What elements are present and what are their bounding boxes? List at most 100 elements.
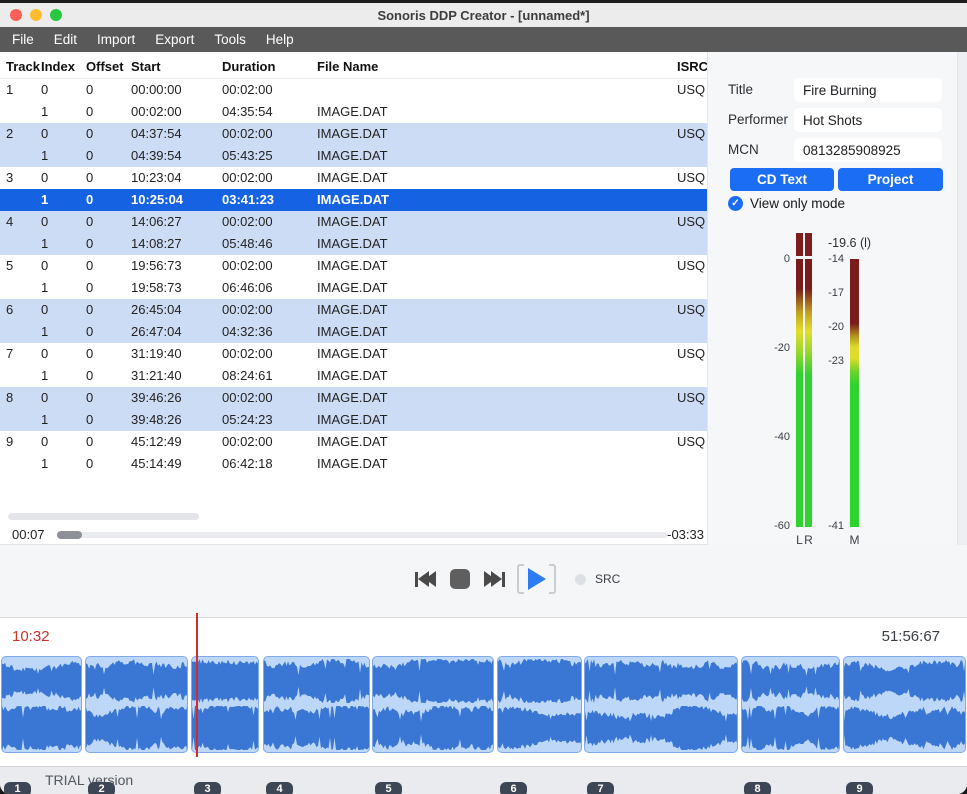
table-row[interactable]: 20004:37:5400:02:00IMAGE.DATUSQ <box>0 123 707 145</box>
cell-isrc <box>677 233 707 255</box>
waveform-track-6[interactable] <box>497 656 582 753</box>
waveform-graphic <box>373 657 493 752</box>
status-bar: TRIAL version <box>0 766 967 794</box>
position-slider[interactable] <box>57 532 668 538</box>
cell-index: 0 <box>41 343 86 365</box>
table-row[interactable]: 1019:58:7306:46:06IMAGE.DAT <box>0 277 707 299</box>
close-window-button[interactable] <box>10 9 22 21</box>
menu-import[interactable]: Import <box>87 27 145 52</box>
cell-file <box>317 79 677 101</box>
cell-offset: 0 <box>86 167 131 189</box>
lr-scale-tick: -60 <box>746 519 790 533</box>
cell-duration: 05:48:46 <box>222 233 317 255</box>
table-row[interactable]: 1039:48:2605:24:23IMAGE.DAT <box>0 409 707 431</box>
cell-index: 0 <box>41 123 86 145</box>
cell-file: IMAGE.DAT <box>317 255 677 277</box>
table-row[interactable]: 40014:06:2700:02:00IMAGE.DATUSQ <box>0 211 707 233</box>
zoom-window-button[interactable] <box>50 9 62 21</box>
lr-scale-tick: 0 <box>746 252 790 266</box>
cell-track: 9 <box>0 431 41 453</box>
table-horizontal-scrollbar[interactable] <box>8 513 199 520</box>
cell-duration: 00:02:00 <box>222 299 317 321</box>
waveform-panel: 10:32 51:56:67 123456789 <box>0 618 967 766</box>
title-input[interactable] <box>794 78 942 102</box>
cell-file: IMAGE.DAT <box>317 365 677 387</box>
column-header-start[interactable]: Start <box>131 52 222 78</box>
cell-offset: 0 <box>86 123 131 145</box>
cell-isrc: USQ <box>677 79 707 101</box>
transport-strip: SRC <box>0 545 967 618</box>
menu-tools[interactable]: Tools <box>204 27 256 52</box>
view-only-mode-toggle[interactable]: ✓ View only mode <box>728 196 845 211</box>
waveform-track-1[interactable] <box>1 656 82 753</box>
column-header-offset[interactable]: Offset <box>86 52 131 78</box>
column-header-isrc[interactable]: ISRC <box>677 52 707 78</box>
column-header-file[interactable]: File Name <box>317 52 677 78</box>
cell-index: 1 <box>41 101 86 123</box>
cd-text-button[interactable]: CD Text <box>730 168 834 191</box>
performer-input[interactable] <box>794 108 942 132</box>
waveform-track-8[interactable] <box>741 656 840 753</box>
waveform-track-7[interactable] <box>584 656 738 753</box>
table-row[interactable]: 50019:56:7300:02:00IMAGE.DATUSQ <box>0 255 707 277</box>
cell-start: 39:48:26 <box>131 409 222 431</box>
stop-button[interactable] <box>450 569 470 589</box>
cell-file: IMAGE.DAT <box>317 409 677 431</box>
rewind-triangle-icon <box>425 571 436 587</box>
menu-export[interactable]: Export <box>145 27 204 52</box>
waveform-track-5[interactable] <box>372 656 494 753</box>
cell-track <box>0 277 41 299</box>
table-row[interactable]: 60026:45:0400:02:00IMAGE.DATUSQ <box>0 299 707 321</box>
column-header-index[interactable]: Index <box>41 52 86 78</box>
previous-track-button[interactable] <box>415 571 436 587</box>
table-row-selected[interactable]: 1010:25:0403:41:23IMAGE.DAT <box>0 189 707 211</box>
waveform-track-2[interactable] <box>85 656 188 753</box>
waveform-track-3[interactable] <box>191 656 259 753</box>
cell-track: 4 <box>0 211 41 233</box>
cell-start: 19:56:73 <box>131 255 222 277</box>
table-row[interactable]: 1000:02:0004:35:54IMAGE.DAT <box>0 101 707 123</box>
position-slider-thumb[interactable] <box>57 531 82 539</box>
table-row[interactable]: 10000:00:0000:02:00USQ <box>0 79 707 101</box>
playhead-cursor[interactable] <box>196 613 198 757</box>
menu-edit[interactable]: Edit <box>44 27 87 52</box>
table-row[interactable]: 30010:23:0400:02:00IMAGE.DATUSQ <box>0 167 707 189</box>
cell-track: 7 <box>0 343 41 365</box>
title-bar[interactable]: Sonoris DDP Creator - [unnamed*] <box>0 3 967 27</box>
menu-file[interactable]: File <box>2 27 44 52</box>
table-row[interactable]: 90045:12:4900:02:00IMAGE.DATUSQ <box>0 431 707 453</box>
next-track-button[interactable] <box>484 571 505 587</box>
mcn-input[interactable] <box>794 138 942 162</box>
cell-offset: 0 <box>86 101 131 123</box>
cell-start: 10:25:04 <box>131 189 222 211</box>
table-row[interactable]: 1004:39:5405:43:25IMAGE.DAT <box>0 145 707 167</box>
track-number-badge: 3 <box>194 782 221 794</box>
cell-duration: 04:35:54 <box>222 101 317 123</box>
waveform-graphic <box>498 657 581 752</box>
column-header-track[interactable]: Track <box>0 52 41 78</box>
player-position-row: 00:07 -03:33 <box>0 525 707 545</box>
table-row[interactable]: 1045:14:4906:42:18IMAGE.DAT <box>0 453 707 475</box>
minimize-window-button[interactable] <box>30 9 42 21</box>
cell-isrc <box>677 101 707 123</box>
column-header-duration[interactable]: Duration <box>222 52 317 78</box>
menu-help[interactable]: Help <box>256 27 304 52</box>
cell-isrc: USQ <box>677 431 707 453</box>
table-row[interactable]: 80039:46:2600:02:00IMAGE.DATUSQ <box>0 387 707 409</box>
table-row[interactable]: 1014:08:2705:48:46IMAGE.DAT <box>0 233 707 255</box>
src-label: SRC <box>595 572 620 586</box>
panel-scrollbar-track[interactable] <box>957 52 967 618</box>
cell-track <box>0 233 41 255</box>
src-led-icon <box>575 574 586 585</box>
play-button[interactable] <box>525 564 549 594</box>
cell-duration: 06:42:18 <box>222 453 317 475</box>
cell-isrc <box>677 145 707 167</box>
table-row[interactable]: 70031:19:4000:02:00IMAGE.DATUSQ <box>0 343 707 365</box>
waveform-track-4[interactable] <box>263 656 370 753</box>
waveform-track-9[interactable] <box>843 656 966 753</box>
table-row[interactable]: 1031:21:4008:24:61IMAGE.DAT <box>0 365 707 387</box>
project-button[interactable]: Project <box>838 168 943 191</box>
table-row[interactable]: 1026:47:0404:32:36IMAGE.DAT <box>0 321 707 343</box>
cell-offset: 0 <box>86 233 131 255</box>
cell-duration: 00:02:00 <box>222 123 317 145</box>
